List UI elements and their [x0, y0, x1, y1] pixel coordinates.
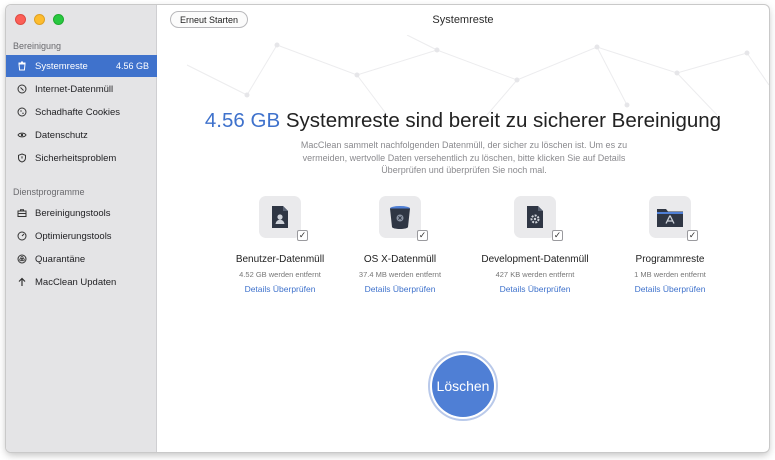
shield-icon	[16, 153, 27, 164]
background-network-pattern	[186, 35, 769, 115]
sidebar-item-label: Optimierungstools	[35, 230, 112, 242]
sidebar-item-label: Internet-Datenmüll	[35, 83, 114, 95]
category-name: Programmreste	[635, 254, 705, 265]
category-size: 1 MB werden entfernt	[634, 270, 706, 279]
headline-size: 4.56 GB	[204, 109, 281, 132]
category-card-programmreste: ✓ Programmreste 1 MB werden entfernt Det…	[603, 196, 737, 294]
category-card-development: ✓ Development-Datenmüll 427 KB werden en…	[468, 196, 602, 294]
sidebar-item-internet-datenmuell[interactable]: Internet-Datenmüll	[6, 78, 157, 100]
sidebar-item-label: Quarantäne	[35, 253, 86, 265]
sidebar-item-label: Schadhafte Cookies	[35, 106, 121, 118]
category-checkbox[interactable]: ✓	[297, 230, 308, 241]
category-checkbox[interactable]: ✓	[417, 230, 428, 241]
details-link[interactable]: Details Überprüfen	[603, 284, 737, 294]
window-title: Systemreste	[432, 14, 494, 26]
restart-button[interactable]: Erneut Starten	[170, 11, 249, 28]
delete-button[interactable]: Löschen	[432, 355, 494, 417]
upload-arrow-icon	[16, 277, 27, 288]
category-icon-box: ✓	[379, 196, 428, 241]
apps-folder-icon	[657, 209, 683, 227]
category-icon-box: ✓	[649, 196, 698, 241]
details-link[interactable]: Details Überprüfen	[213, 284, 347, 294]
category-name: Development-Datenmüll	[481, 254, 589, 265]
category-name: Benutzer-Datenmüll	[235, 254, 325, 265]
category-size: 427 KB werden entfernt	[495, 270, 575, 279]
category-icon-box: ✓	[514, 196, 563, 241]
main-content: Erneut Starten Systemreste 4.56 GB Syste…	[157, 5, 769, 452]
delete-button-ring: Löschen	[428, 351, 498, 421]
trash-icon	[16, 61, 27, 72]
globe-icon	[16, 84, 27, 95]
toolbox-icon	[16, 208, 27, 219]
sidebar-item-label: Datenschutz	[35, 129, 88, 141]
headline-text: Systemreste sind bereit zu sicherer Bere…	[280, 109, 722, 132]
sidebar-item-systemreste[interactable]: Systemreste 4.56 GB	[6, 55, 157, 77]
sidebar-item-datenschutz[interactable]: Datenschutz	[6, 124, 157, 146]
trash-bin-icon	[390, 206, 410, 229]
sidebar-section-utilities: Dienstprogramme	[13, 187, 85, 197]
sidebar-item-label: MacClean Updaten	[35, 276, 117, 288]
category-name: OS X-Datenmüll	[363, 254, 437, 265]
minimize-window-button[interactable]	[34, 14, 45, 25]
description-text: MacClean sammelt nachfolgenden Datenmüll…	[300, 140, 628, 175]
app-window: Bereinigung Systemreste 4.56 GB Internet…	[6, 5, 769, 452]
sidebar-item-label: Systemreste	[35, 60, 88, 72]
sidebar-item-schadhafte-cookies[interactable]: Schadhafte Cookies	[6, 101, 157, 123]
gauge-icon	[16, 231, 27, 242]
category-size: 4.52 GB werden entfernt	[239, 270, 321, 279]
category-checkbox[interactable]: ✓	[687, 230, 698, 241]
sidebar: Bereinigung Systemreste 4.56 GB Internet…	[6, 5, 157, 452]
size-badge: 4.56 GB	[115, 61, 149, 71]
zoom-window-button[interactable]	[53, 14, 64, 25]
sidebar-item-label: Sicherheitsproblem	[35, 152, 117, 164]
category-card-benutzer: ✓ Benutzer-Datenmüll 4.52 GB werden entf…	[213, 196, 347, 294]
window-controls	[15, 14, 64, 25]
category-card-osx: ✓ OS X-Datenmüll 37.4 MB werden entfernt…	[333, 196, 467, 294]
sidebar-item-quarantaene[interactable]: Quarantäne	[6, 248, 157, 270]
sidebar-item-macclean-updaten[interactable]: MacClean Updaten	[6, 271, 157, 293]
category-checkbox[interactable]: ✓	[552, 230, 563, 241]
gear-document-icon	[527, 206, 543, 228]
titlebar: Erneut Starten Systemreste	[157, 5, 769, 35]
cookie-icon	[16, 107, 27, 118]
user-document-icon	[272, 206, 288, 228]
sidebar-item-label: Bereinigungstools	[35, 207, 111, 219]
close-window-button[interactable]	[15, 14, 26, 25]
page-headline: 4.56 GB Systemreste sind bereit zu siche…	[157, 109, 769, 133]
details-link[interactable]: Details Überprüfen	[333, 284, 467, 294]
biohazard-icon	[16, 254, 27, 265]
sidebar-item-optimierungstools[interactable]: Optimierungstools	[6, 225, 157, 247]
details-link[interactable]: Details Überprüfen	[468, 284, 602, 294]
sidebar-item-bereinigungstools[interactable]: Bereinigungstools	[6, 202, 157, 224]
sidebar-item-sicherheitsproblem[interactable]: Sicherheitsproblem	[6, 147, 157, 169]
eye-icon	[16, 130, 27, 141]
sidebar-section-cleaning: Bereinigung	[13, 41, 62, 51]
category-icon-box: ✓	[259, 196, 308, 241]
category-size: 37.4 MB werden entfernt	[358, 270, 442, 279]
